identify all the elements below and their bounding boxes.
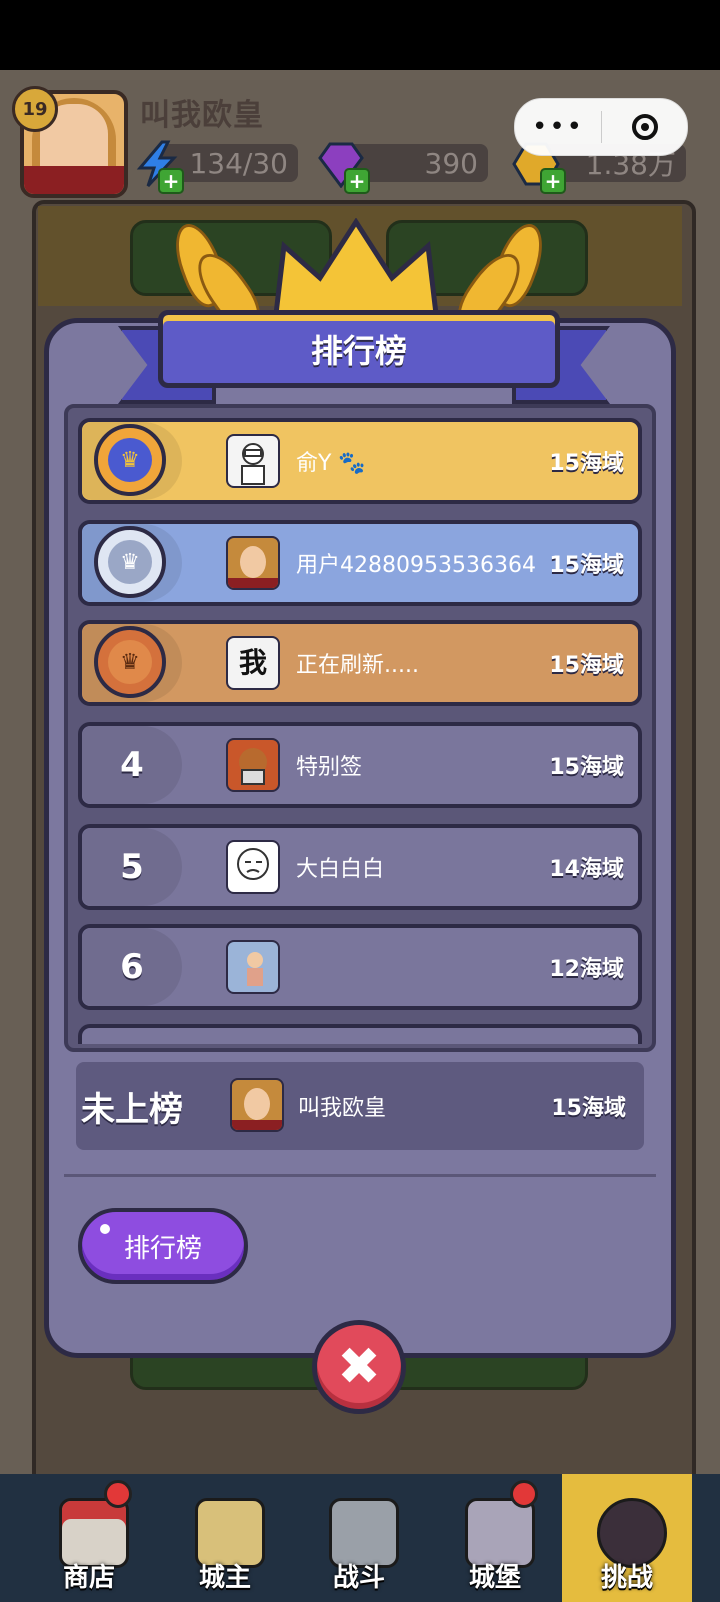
player-name: 大白白白: [296, 857, 385, 882]
close-button[interactable]: ✖: [312, 1320, 406, 1414]
exit-target-icon: [631, 114, 658, 140]
rank-number: 4: [120, 745, 144, 785]
player-name: 叫我欧皇: [140, 98, 264, 133]
score: 15海域: [549, 755, 624, 780]
player-name: 特别签: [296, 755, 363, 780]
close-icon: ✖: [337, 1337, 381, 1397]
avatar: [226, 840, 280, 894]
leaderboard-button-label: 排行榜: [123, 1233, 202, 1264]
gem-value: 390: [424, 146, 478, 180]
avatar: [230, 1078, 284, 1132]
nav-battle[interactable]: 战斗: [294, 1474, 424, 1602]
nav-label: 战斗: [332, 1563, 385, 1593]
score: 15海域: [549, 653, 624, 678]
nav-label: 城堡: [468, 1563, 521, 1593]
self-name: 叫我欧皇: [298, 1096, 387, 1121]
more-menu-icon[interactable]: •••: [515, 112, 601, 142]
score: 12海域: [549, 957, 624, 982]
svg-text:我: 我: [239, 646, 267, 679]
add-gem-button[interactable]: +: [344, 168, 370, 194]
score: 15海域: [549, 451, 624, 476]
avatar: [226, 434, 280, 488]
bottom-nav: 商店 城主 战斗 城堡 挑战: [0, 1474, 720, 1602]
avatar-armor: [24, 166, 124, 194]
score: 15海域: [549, 553, 624, 578]
avatar: [226, 738, 280, 792]
rank-number: 6: [120, 947, 144, 987]
leaderboard-row-5[interactable]: 5 大白白白 14海域: [78, 824, 642, 910]
player-name: 用户42880953536364: [296, 553, 536, 578]
leaderboard-row-2[interactable]: ♛ 用户42880953536364 15海域: [78, 520, 642, 606]
status-bar: [0, 0, 720, 70]
nav-label: 挑战: [600, 1563, 653, 1593]
notification-dot: [104, 1480, 132, 1508]
bronze-medal-icon: ♛: [94, 626, 166, 698]
gold-medal-icon: ♛: [94, 424, 166, 496]
nav-label: 城主: [198, 1563, 251, 1593]
nav-shop[interactable]: 商店: [24, 1474, 154, 1602]
nav-label: 商店: [62, 1563, 115, 1593]
level-badge: 19: [12, 86, 58, 132]
leaderboard-row-4[interactable]: 4 特别签 15海域: [78, 722, 642, 808]
nav-castle[interactable]: 城堡: [430, 1474, 560, 1602]
self-rank-label: 未上榜: [81, 1089, 183, 1130]
self-rank-row: 未上榜 叫我欧皇 15海域: [76, 1062, 644, 1150]
nav-challenge[interactable]: 挑战: [562, 1474, 692, 1602]
notification-dot: [510, 1480, 538, 1508]
player-name: 正在刷新.....: [296, 653, 419, 678]
close-miniprogram-button[interactable]: [602, 114, 687, 140]
avatar: [226, 940, 280, 994]
rank-number: 5: [120, 847, 144, 887]
energy-value: 134/30: [189, 146, 288, 180]
leaderboard-row-1[interactable]: ♛ 俞Y 🐾 15海域: [78, 418, 642, 504]
leaderboard-button[interactable]: 排行榜: [78, 1208, 248, 1284]
score: 14海域: [549, 857, 624, 882]
player-name: 俞Y 🐾: [296, 451, 366, 476]
nav-lord[interactable]: 城主: [160, 1474, 290, 1602]
leaderboard-row-3[interactable]: ♛ 我 正在刷新..... 15海域: [78, 620, 642, 706]
avatar: 我: [226, 636, 280, 690]
self-score: 15海域: [551, 1096, 626, 1121]
avatar: [226, 536, 280, 590]
leaderboard-row-7-partial: [78, 1024, 642, 1044]
leaderboard-row-6[interactable]: 6 12海域: [78, 924, 642, 1010]
crown-icon: [273, 218, 439, 317]
miniprogram-capsule: •••: [514, 98, 688, 156]
add-gold-button[interactable]: +: [540, 168, 566, 194]
add-energy-button[interactable]: +: [158, 168, 184, 194]
silver-medal-icon: ♛: [94, 526, 166, 598]
shine-dot: [100, 1224, 110, 1234]
leaderboard-title: 排行榜: [310, 332, 407, 370]
divider: [64, 1174, 656, 1177]
leaderboard-title-bar: 排行榜: [158, 310, 560, 388]
